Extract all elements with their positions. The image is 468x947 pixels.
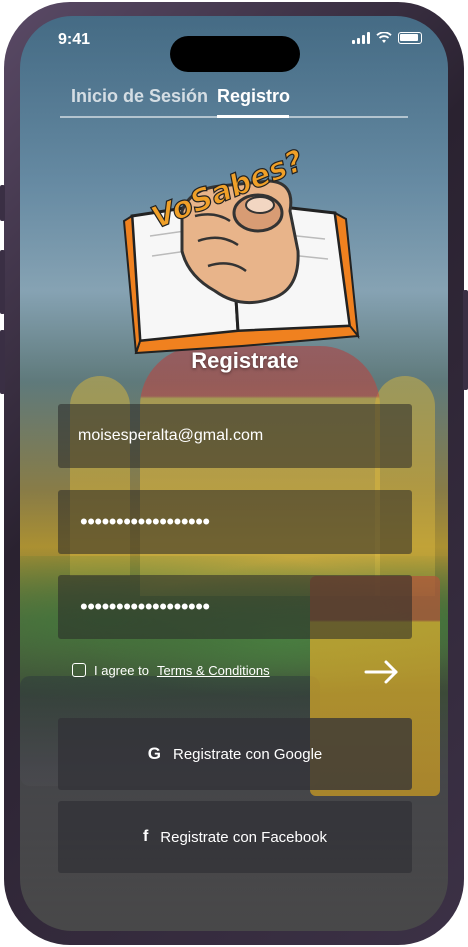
email-field[interactable] bbox=[58, 404, 412, 468]
terms-row: I agree to Terms & Conditions bbox=[72, 660, 270, 680]
google-signup-button[interactable]: G Registrate con Google bbox=[58, 718, 412, 790]
battery-icon bbox=[398, 32, 422, 44]
facebook-icon: f bbox=[142, 828, 149, 845]
terms-link[interactable]: Terms & Conditions bbox=[157, 663, 270, 678]
wifi-icon bbox=[376, 32, 392, 43]
status-time: 9:41 bbox=[58, 31, 91, 48]
google-signup-label: Registrate con Google bbox=[172, 745, 323, 763]
email-input[interactable] bbox=[58, 404, 412, 468]
password-field[interactable]: •••••••••••••••••• bbox=[58, 490, 412, 554]
facebook-signup-label: Registrate con Facebook bbox=[160, 828, 328, 846]
dynamic-island bbox=[170, 36, 300, 72]
mute-switch bbox=[0, 185, 5, 221]
terms-prefix: I agree to bbox=[94, 662, 149, 678]
app-screen: 9:41 Inicio de Sesión Registro VoSabes? … bbox=[20, 16, 448, 931]
terms-checkbox[interactable] bbox=[72, 663, 86, 677]
cellular-signal-icon bbox=[352, 32, 370, 44]
volume-up-button bbox=[0, 250, 5, 314]
auth-tabs: Inicio de Sesión Registro bbox=[60, 86, 408, 118]
confirm-password-mask: •••••••••••••••••• bbox=[80, 594, 210, 619]
password-mask: •••••••••••••••••• bbox=[80, 509, 210, 534]
page-title: Registrate bbox=[191, 348, 299, 373]
status-bar: 9:41 bbox=[20, 16, 448, 72]
confirm-password-field[interactable]: •••••••••••••••••• bbox=[58, 575, 412, 639]
google-icon: G bbox=[147, 744, 161, 763]
tab-register[interactable]: Registro bbox=[217, 86, 290, 115]
app-logo: VoSabes? bbox=[122, 143, 360, 355]
power-button bbox=[463, 290, 468, 390]
tab-login[interactable]: Inicio de Sesión bbox=[71, 86, 208, 115]
tabs-divider bbox=[60, 116, 408, 118]
status-icons bbox=[352, 32, 422, 44]
facebook-signup-button[interactable]: f Registrate con Facebook bbox=[58, 801, 412, 873]
submit-arrow-icon[interactable] bbox=[364, 656, 402, 688]
volume-down-button bbox=[0, 330, 5, 394]
